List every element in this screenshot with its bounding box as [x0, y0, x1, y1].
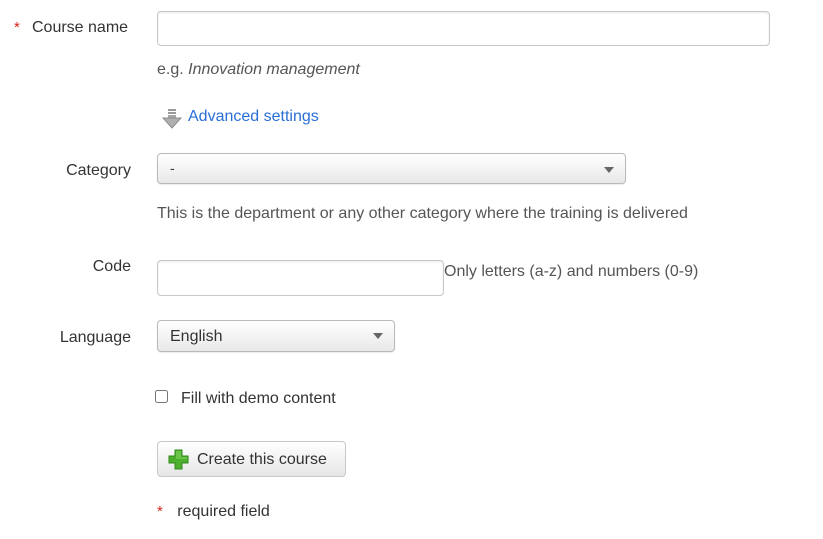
course-name-label: Course name — [32, 19, 129, 36]
required-field-text: required field — [177, 503, 270, 520]
chevron-down-icon — [373, 333, 383, 339]
course-name-help-prefix: e.g. — [157, 61, 184, 78]
code-input[interactable] — [157, 260, 444, 296]
category-help: This is the department or any other cate… — [157, 205, 688, 222]
plus-icon — [168, 449, 189, 470]
category-select-value: - — [170, 160, 175, 176]
course-name-input[interactable] — [157, 11, 770, 46]
category-label: Category — [66, 162, 131, 179]
arrow-down-icon — [161, 108, 183, 130]
course-name-help: e.g. Innovation management — [157, 61, 360, 79]
required-asterisk: * — [157, 503, 163, 520]
course-name-help-example: Innovation management — [188, 61, 360, 78]
demo-content-label[interactable]: Fill with demo content — [181, 390, 336, 408]
code-label: Code — [92, 258, 131, 275]
required-asterisk: * — [14, 19, 20, 36]
demo-content-checkbox[interactable] — [155, 390, 168, 403]
course-name-label-row: * Course name — [14, 19, 132, 39]
create-course-button[interactable]: Create this course — [157, 441, 346, 477]
language-select[interactable]: English — [157, 320, 395, 352]
chevron-down-icon — [604, 167, 614, 173]
create-course-button-label: Create this course — [197, 451, 327, 468]
category-select[interactable]: - — [157, 153, 626, 184]
code-help: Only letters (a-z) and numbers (0-9) — [444, 263, 699, 280]
language-select-value: English — [170, 328, 223, 345]
required-field-note: * required field — [157, 503, 270, 521]
language-label: Language — [59, 329, 131, 346]
advanced-settings-link[interactable]: Advanced settings — [188, 108, 319, 126]
